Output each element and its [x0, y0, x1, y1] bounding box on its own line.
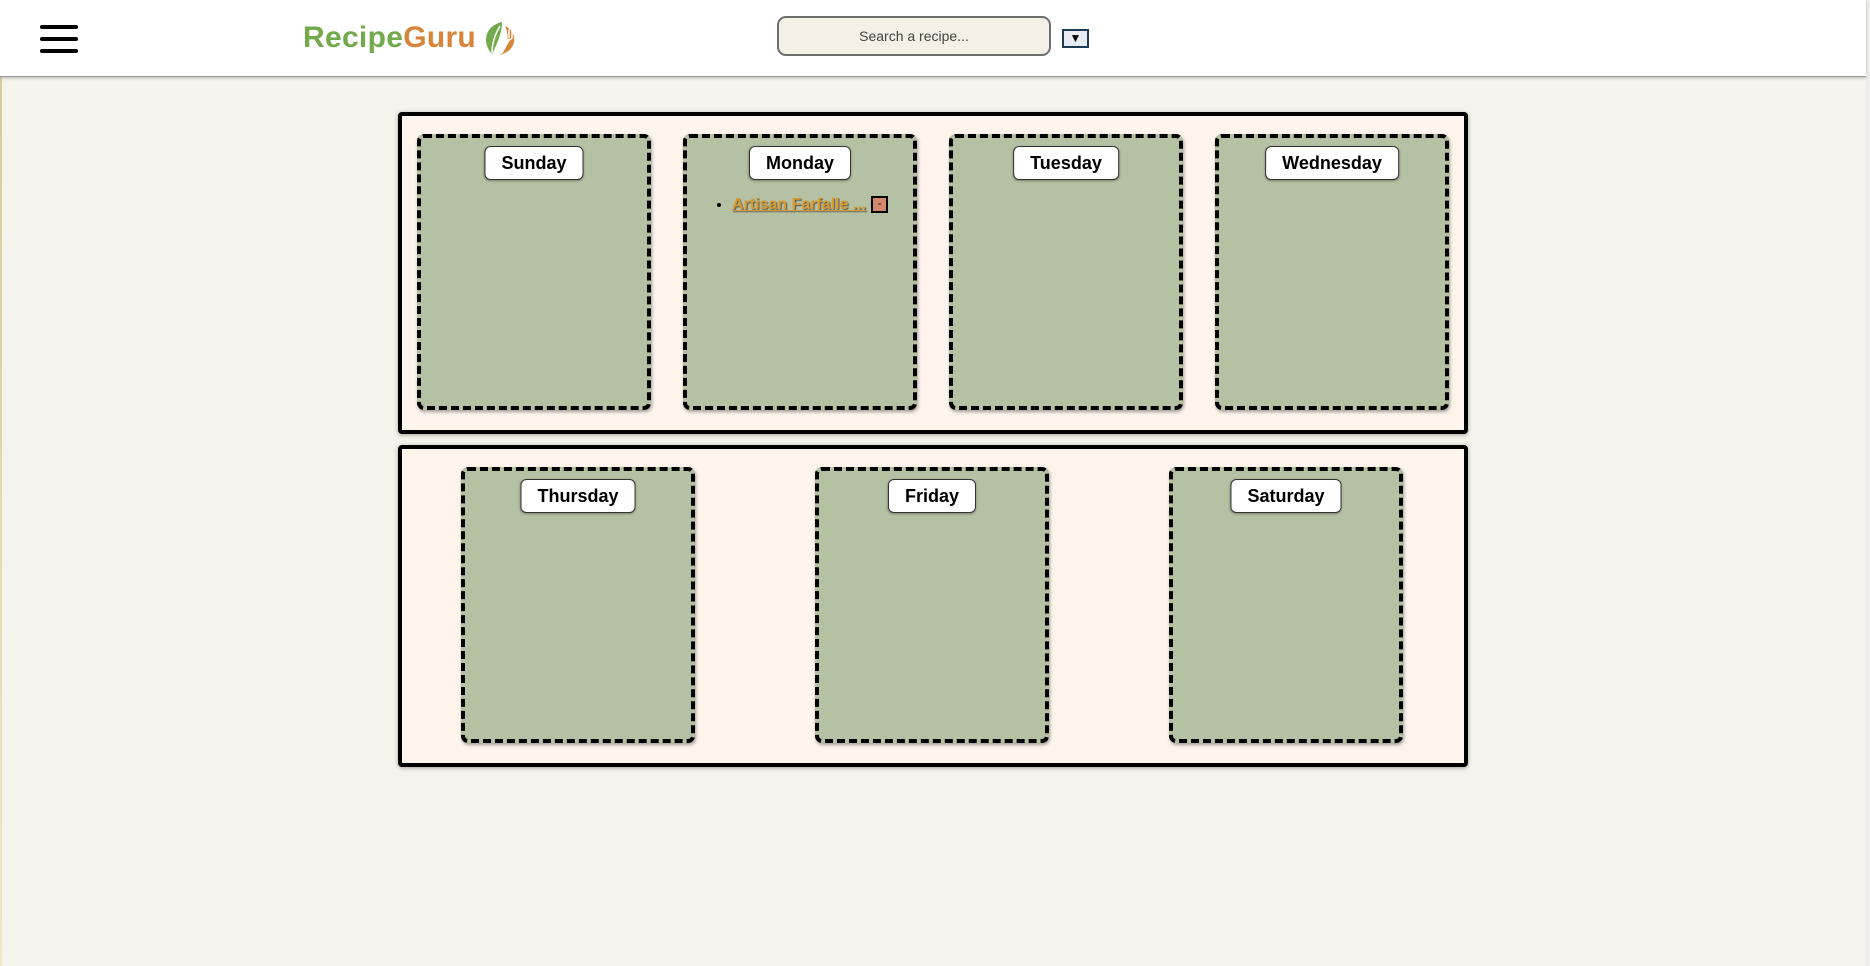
logo-text: RecipeGuru — [303, 18, 476, 58]
logo-text-recipe: Recipe — [303, 21, 404, 54]
remove-recipe-button[interactable]: - — [871, 196, 889, 214]
day-card-sunday[interactable]: Sunday — [417, 134, 651, 410]
day-label-monday: Monday — [748, 146, 852, 180]
logo-text-guru: Guru — [403, 21, 477, 54]
page-edge — [0, 0, 2, 966]
recipe-link[interactable]: Artisan Farfalle ... — [732, 196, 866, 213]
logo[interactable]: RecipeGuru — [303, 18, 518, 58]
search-dropdown-button[interactable]: ▼ — [1062, 29, 1089, 48]
day-label-thursday: Thursday — [520, 479, 636, 513]
recipe-list-monday: Artisan Farfalle ...- — [714, 196, 889, 214]
list-item: Artisan Farfalle ...- — [732, 196, 889, 214]
day-label-sunday: Sunday — [484, 146, 584, 180]
day-card-monday[interactable]: Monday Artisan Farfalle ...- — [683, 134, 917, 410]
top-navigation-bar: RecipeGuru ▼ — [0, 0, 1866, 77]
day-card-thursday[interactable]: Thursday — [461, 467, 695, 743]
hamburger-menu-icon[interactable] — [40, 25, 78, 53]
day-label-saturday: Saturday — [1230, 479, 1342, 513]
scrollbar-track[interactable] — [1866, 0, 1870, 966]
week-row-2-panel: Thursday Friday Saturday — [398, 445, 1468, 767]
day-label-tuesday: Tuesday — [1013, 146, 1119, 180]
leaf-fork-icon — [486, 22, 515, 55]
day-label-friday: Friday — [887, 479, 977, 513]
day-card-wednesday[interactable]: Wednesday — [1215, 134, 1449, 410]
recipe-search-input[interactable] — [777, 16, 1051, 56]
day-label-wednesday: Wednesday — [1265, 146, 1399, 180]
week-row-1-panel: Sunday Monday Artisan Farfalle ...- Tues… — [398, 112, 1468, 434]
day-card-saturday[interactable]: Saturday — [1169, 467, 1403, 743]
day-card-tuesday[interactable]: Tuesday — [949, 134, 1183, 410]
day-card-friday[interactable]: Friday — [815, 467, 1049, 743]
